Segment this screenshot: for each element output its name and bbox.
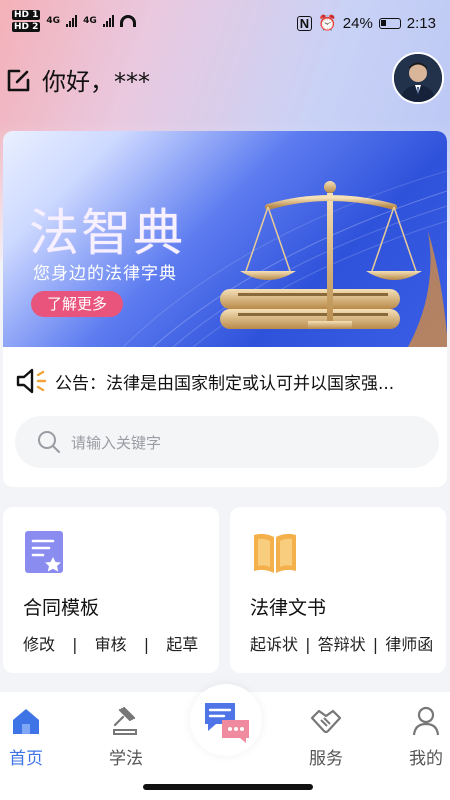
status-right: N ⏰ 24% 2:13 [296, 14, 436, 32]
network2-label: 4G [83, 16, 97, 26]
gavel-icon [113, 706, 137, 735]
tile-legal-documents[interactable]: 法律文书 起诉状 | 答辩状 | 律师函 [230, 507, 446, 673]
separator: | [72, 635, 78, 654]
battery-percent: 24% [342, 14, 373, 32]
link-review[interactable]: 审核 [95, 635, 127, 654]
promo-banner[interactable]: 法智典 您身边的法律字典 了解更多 [3, 131, 447, 347]
notice-text: 公告：法律是由国家制定或认可并以国家强... [55, 373, 395, 394]
greeting-text: 你好，*** [42, 68, 150, 96]
nav-mine[interactable]: 我的 [396, 706, 450, 769]
nfc-icon: N [296, 15, 313, 31]
link-modify[interactable]: 修改 [23, 635, 55, 654]
clock: 2:13 [406, 14, 436, 32]
search-placeholder: 请输入关键字 [71, 433, 162, 452]
link-lawyer-letter[interactable]: 律师函 [385, 635, 433, 654]
sim1-label: HD 1 [12, 10, 41, 20]
greeting-row: 你好，*** [6, 62, 150, 97]
link-draft[interactable]: 起草 [166, 635, 198, 654]
battery-icon [378, 17, 401, 29]
chat-icon [205, 703, 249, 743]
tile-title: 法律文书 [250, 597, 327, 619]
handshake-icon [310, 709, 342, 734]
signal1-icon [66, 15, 78, 27]
banner-subtitle: 您身边的法律字典 [33, 264, 177, 284]
contract-icon [25, 531, 63, 573]
sim-labels: HD 1 HD 2 [12, 10, 41, 32]
center-chat-button[interactable] [190, 684, 262, 756]
nav-label: 首页 [9, 749, 43, 769]
speaker-icon [16, 368, 47, 394]
edit-icon[interactable] [6, 67, 32, 93]
home-icon [13, 709, 39, 734]
nav-home[interactable]: 首页 [0, 706, 56, 769]
sim2-label: HD 2 [12, 22, 41, 32]
nav-learn-law[interactable]: 学法 [96, 706, 156, 769]
search-input[interactable]: 请输入关键字 [15, 416, 439, 468]
nav-label: 我的 [409, 749, 443, 769]
notice-bar[interactable]: 公告：法律是由国家制定或认可并以国家强... [15, 367, 439, 395]
tile-contract-templates[interactable]: 合同模板 修改 | 审核 | 起草 [3, 507, 219, 673]
link-complaint[interactable]: 起诉状 [250, 635, 298, 654]
signal2-icon [102, 15, 114, 27]
status-bar: HD 1 HD 2 4G 4G N ⏰ 24% 2:13 [0, 0, 450, 46]
link-defense[interactable]: 答辩状 [318, 635, 366, 654]
nav-label: 服务 [309, 749, 343, 769]
tile-subs: 起诉状 | 答辩状 | 律师函 [250, 631, 433, 655]
separator: | [143, 635, 150, 654]
avatar-photo [394, 54, 442, 102]
tile-title: 合同模板 [23, 597, 100, 619]
wifi-icon [119, 15, 136, 27]
system-home-indicator[interactable] [143, 784, 313, 790]
user-icon [412, 706, 440, 736]
scales-of-justice-icon [220, 181, 447, 347]
nav-service[interactable]: 服务 [296, 706, 356, 769]
alarm-icon: ⏰ [318, 15, 337, 32]
tile-subs: 修改 | 审核 | 起草 [23, 631, 198, 655]
search-icon [38, 431, 60, 453]
avatar[interactable] [392, 52, 444, 104]
status-left: HD 1 HD 2 4G 4G [12, 10, 136, 32]
separator: | [372, 635, 379, 654]
banner-title: 法智典 [29, 204, 185, 262]
nav-label: 学法 [109, 749, 143, 769]
separator: | [305, 635, 311, 654]
book-icon [254, 533, 296, 573]
network1-label: 4G [46, 16, 61, 26]
main-card: 法智典 您身边的法律字典 了解更多 公告：法律是由国家制定或认可并以国家强...… [3, 131, 447, 487]
learn-more-button[interactable]: 了解更多 [31, 291, 123, 317]
